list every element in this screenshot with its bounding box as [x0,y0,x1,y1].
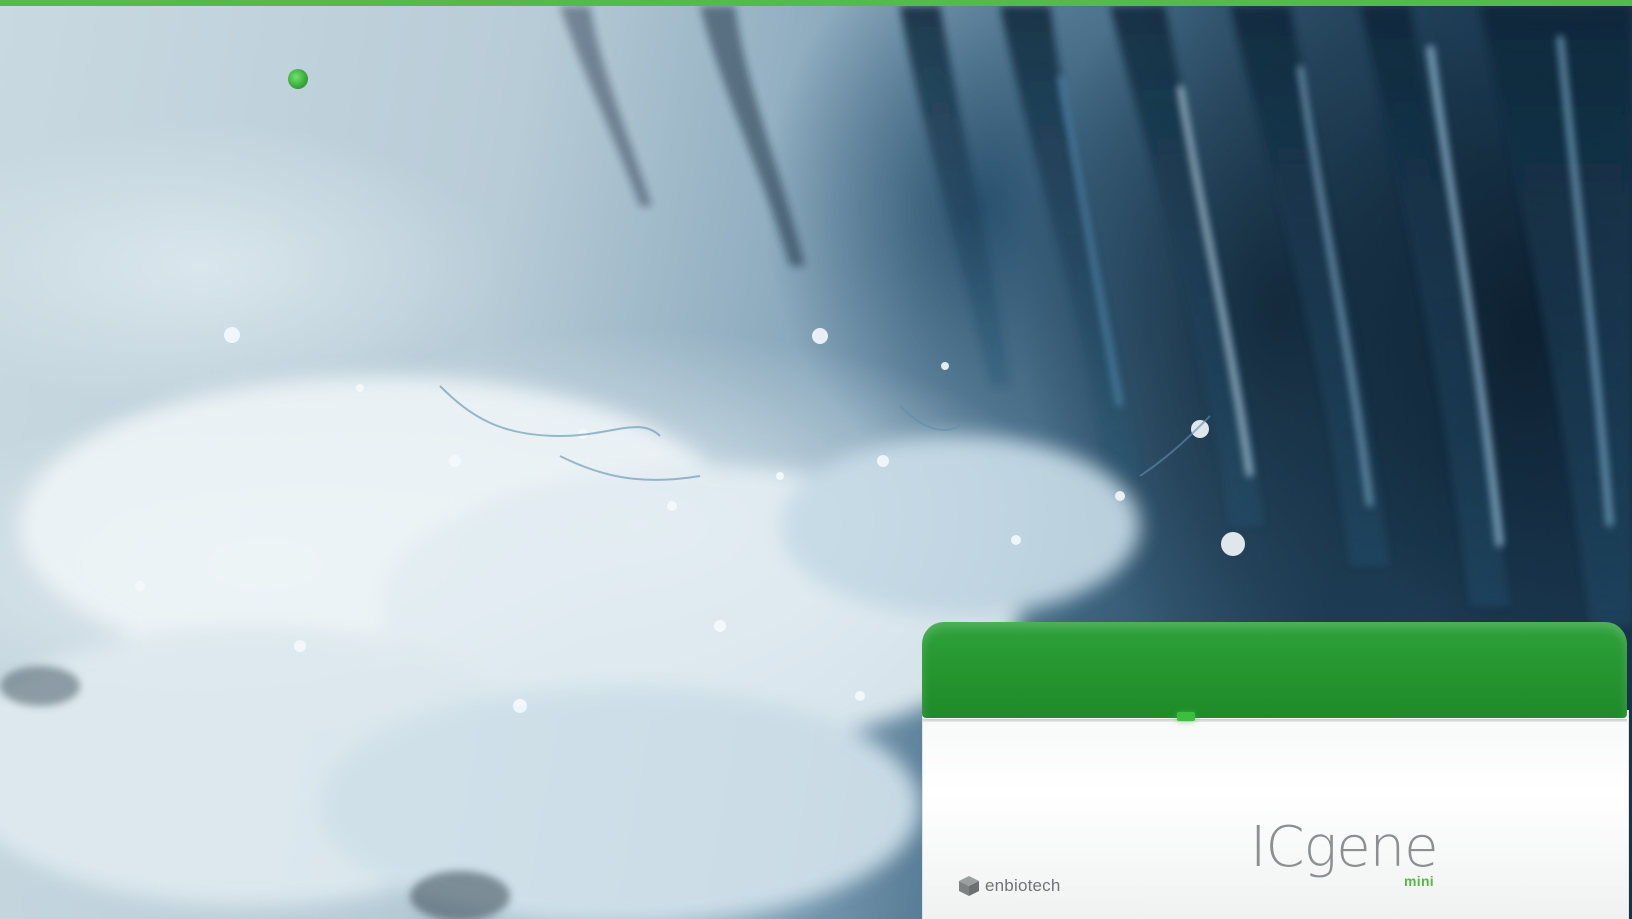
icgene-mini-device: enbiotech ICgene mini [922,622,1629,919]
brand-name: enbiotech [985,876,1061,895]
enbiotech-logo: enbiotech [957,874,1061,898]
product-name: ICgene [1250,815,1439,880]
hero-banner: enbiotech ICgene mini [0,0,1632,919]
device-lid [922,622,1627,718]
status-led [1177,712,1195,721]
device-seam [922,719,1627,722]
green-light-bokeh [288,69,308,89]
product-variant: mini [1404,873,1434,889]
cube-icon [959,876,979,896]
